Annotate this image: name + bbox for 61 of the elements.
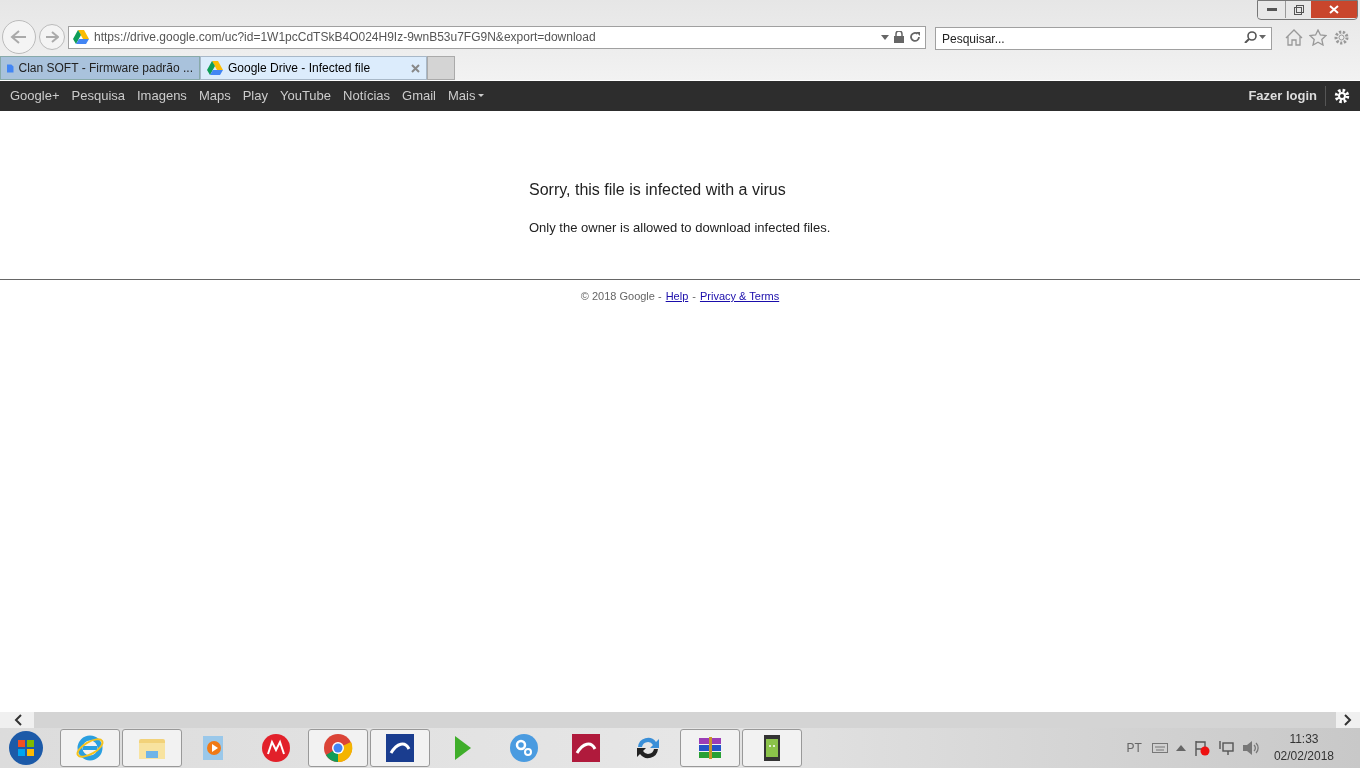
address-bar[interactable]: https://drive.google.com/uc?id=1W1pcCdTSkB4O024H9Iz-9wnB53u7FG9N&export=download	[68, 25, 926, 49]
forward-button[interactable]	[39, 24, 65, 50]
nav-link[interactable]: Play	[242, 86, 268, 106]
search-icon[interactable]	[1244, 30, 1266, 43]
nav-link[interactable]: YouTube	[279, 86, 332, 106]
horizontal-scrollbar[interactable]	[0, 712, 1360, 728]
back-arrow-icon	[10, 29, 28, 45]
nav-link[interactable]: Imagens	[137, 86, 187, 106]
clock-date[interactable]: 02/02/2018	[1273, 748, 1334, 765]
nav-link[interactable]: Google+	[10, 86, 60, 106]
login-link[interactable]: Fazer login	[1248, 86, 1326, 106]
nav-link[interactable]: Pesquisa	[71, 86, 125, 106]
gears-icon	[509, 733, 539, 763]
chrome-icon	[323, 733, 353, 763]
taskbar-app-button[interactable]	[370, 729, 430, 767]
up-caret-icon[interactable]	[1175, 745, 1186, 751]
scroll-right-icon[interactable]	[1336, 712, 1360, 728]
dropdown-caret-icon	[881, 34, 889, 40]
footer-link[interactable]: Help	[665, 288, 689, 305]
drive-icon	[207, 61, 223, 75]
nav-link[interactable]: Maps	[198, 86, 231, 106]
e-logo-icon	[75, 733, 105, 763]
network-icon[interactable]	[1217, 740, 1234, 756]
close-button[interactable]	[1311, 1, 1357, 18]
speaker-icon[interactable]	[1241, 740, 1260, 756]
back-button[interactable]	[2, 20, 36, 54]
flag-warning-icon[interactable]	[1193, 740, 1210, 756]
footer-link[interactable]: Privacy & Terms	[699, 288, 780, 305]
separator-text: -	[692, 289, 696, 304]
m-logo-icon	[261, 733, 291, 763]
refresh-icon	[909, 31, 921, 43]
search-field[interactable]: Pesquisar...	[935, 27, 1272, 50]
drive-icon	[73, 30, 89, 44]
close-tab-icon[interactable]	[411, 63, 420, 73]
browser-tab[interactable]: Clan SOFT - Firmware padrão ...	[0, 56, 200, 80]
error-title: Sorry, this file is infected with a virus	[529, 180, 787, 200]
settings-icon[interactable]	[1334, 88, 1350, 104]
language-indicator[interactable]: PT	[1126, 739, 1142, 757]
bird-tile-icon	[571, 733, 601, 763]
nav-link[interactable]: Mais	[448, 86, 485, 106]
windows-logo-icon	[8, 730, 44, 766]
url-text: https://drive.google.com/uc?id=1W1pcCdTSkB4O024H9Iz-9wnB53u7FG9N&export=download	[94, 29, 597, 46]
taskbar-app-button[interactable]	[742, 729, 802, 767]
copyright-text: © 2018 Google -	[580, 289, 662, 304]
clock-time[interactable]: 11:33	[1289, 731, 1319, 748]
forward-arrow-icon	[45, 31, 59, 43]
restore-icon	[1293, 4, 1304, 15]
close-icon	[1329, 5, 1339, 14]
keyboard-icon[interactable]	[1151, 743, 1168, 753]
caret-icon	[478, 94, 485, 98]
nav-link[interactable]: Notícias	[343, 86, 391, 106]
minimize-icon	[1266, 7, 1277, 12]
error-description: Only the owner is allowed to download infected files.	[529, 219, 832, 237]
taskbar-app-button[interactable]	[680, 729, 740, 767]
browser-tab[interactable]: Google Drive - Infected file	[200, 56, 427, 80]
home-icon[interactable]	[1285, 28, 1303, 46]
bird-tile-icon	[385, 733, 415, 763]
nav-link[interactable]: Gmail	[402, 86, 436, 106]
scroll-left-icon[interactable]	[0, 712, 34, 728]
lock-icon	[894, 31, 904, 43]
star-icon[interactable]	[1309, 28, 1327, 46]
